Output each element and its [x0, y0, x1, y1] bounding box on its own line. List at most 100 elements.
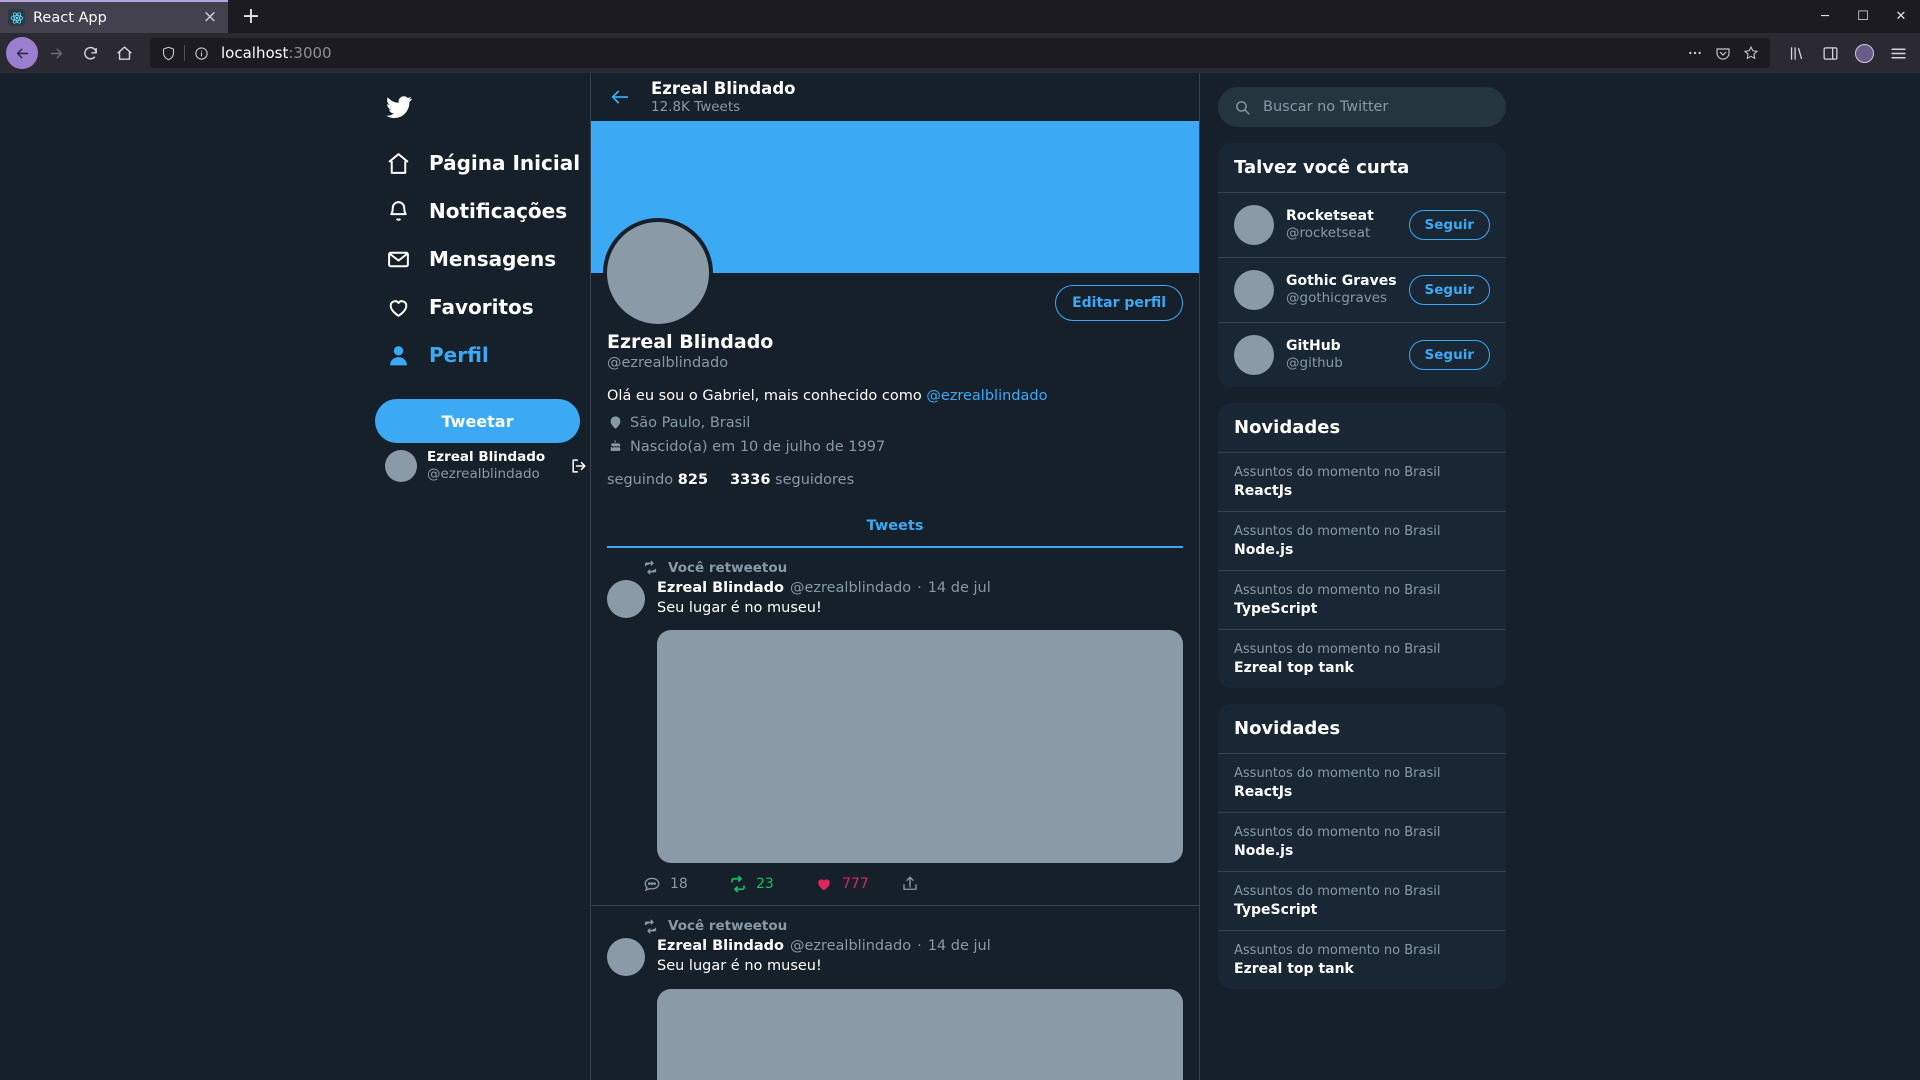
sidebar-item-favorites[interactable]: Favoritos	[375, 283, 590, 331]
follow-button[interactable]: Seguir	[1408, 275, 1490, 305]
person-icon	[385, 342, 411, 368]
sidebar-account[interactable]: Ezreal Blindado @ezrealblindado	[375, 443, 590, 483]
trend-title: Node.js	[1234, 843, 1294, 859]
search-input[interactable]	[1263, 99, 1490, 115]
trend-item[interactable]: Assuntos do momento no Brasil TypeScript	[1218, 570, 1506, 629]
url-text[interactable]: localhost:3000	[217, 44, 1678, 62]
tweet-text: Seu lugar é no museu!	[657, 958, 822, 975]
follow-button[interactable]: Seguir	[1408, 340, 1490, 370]
tweet-button[interactable]: Tweetar	[375, 399, 580, 443]
bio-mention-link[interactable]: @ezrealblindado	[926, 388, 1047, 404]
share-action[interactable]	[901, 875, 987, 893]
trend-item[interactable]: Assuntos do momento no Brasil Ezreal top…	[1218, 629, 1506, 688]
followers-label: seguidores	[775, 471, 855, 488]
share-icon	[901, 875, 919, 893]
browser-tab[interactable]: React App ×	[0, 2, 228, 33]
info-icon[interactable]	[189, 41, 213, 65]
bookmark-star-icon[interactable]	[1738, 40, 1764, 66]
avatar	[385, 449, 417, 482]
page-viewport: Página Inicial Notificações Mensagens Fa…	[0, 73, 1920, 1080]
exit-icon[interactable]	[569, 456, 589, 476]
trend-item[interactable]: Assuntos do momento no Brasil ReactJs	[1218, 753, 1506, 812]
trend-subtitle: Assuntos do momento no Brasil	[1234, 642, 1441, 657]
tweet-separator: ·	[917, 579, 922, 596]
trend-item[interactable]: Assuntos do momento no Brasil Node.js	[1218, 812, 1506, 871]
trend-subtitle: Assuntos do momento no Brasil	[1234, 465, 1441, 480]
trend-item[interactable]: Assuntos do momento no Brasil ReactJs	[1218, 452, 1506, 511]
search-box[interactable]	[1218, 87, 1506, 127]
sidebar-item-messages[interactable]: Mensagens	[375, 235, 590, 283]
tweet-date: 14 de jul	[927, 579, 991, 596]
followers-stat[interactable]: 3336 seguidores	[730, 472, 854, 488]
tweet-image[interactable]	[657, 630, 1183, 864]
heart-icon	[815, 875, 833, 893]
shield-icon[interactable]	[156, 41, 180, 65]
retweet-action[interactable]: 23	[729, 875, 815, 893]
location-pin-icon	[607, 415, 623, 431]
tweet-separator: ·	[917, 938, 922, 955]
maximize-button[interactable]: ☐	[1844, 0, 1882, 33]
twitter-bird-icon[interactable]	[375, 91, 590, 139]
minimize-button[interactable]: ─	[1806, 0, 1844, 33]
menu-hamburger-icon[interactable]	[1882, 37, 1914, 69]
tab-tweets[interactable]: Tweets	[607, 506, 1183, 546]
main-column: Ezreal Blindado 12.8K Tweets Editar perf…	[590, 73, 1200, 1080]
cake-icon	[607, 439, 623, 455]
page-actions-icon[interactable]	[1682, 40, 1708, 66]
trend-subtitle: Assuntos do momento no Brasil	[1234, 583, 1441, 598]
edit-profile-button[interactable]: Editar perfil	[1055, 285, 1183, 321]
tweet-author-name: Ezreal Blindado	[657, 938, 784, 955]
trend-subtitle: Assuntos do momento no Brasil	[1234, 524, 1441, 539]
tweet-item[interactable]: Você retweetou Ezreal Blindado @ezrealbl…	[591, 906, 1199, 1080]
tweet-header: Ezreal Blindado @ezrealblindado · 14 de …	[657, 580, 1183, 596]
trend-title: ReactJs	[1234, 483, 1293, 499]
save-to-pocket-icon[interactable]	[1710, 40, 1736, 66]
sidebar-item-notifications[interactable]: Notificações	[375, 187, 590, 235]
sidebar-toggle-icon[interactable]	[1814, 37, 1846, 69]
suggestion-name: Gothic Graves	[1286, 273, 1397, 290]
comment-action[interactable]: 18	[643, 875, 729, 893]
card-title: Talvez você curta	[1234, 157, 1410, 178]
address-bar[interactable]: localhost:3000	[150, 38, 1770, 68]
retweet-icon	[643, 919, 658, 934]
tweet-image[interactable]	[657, 988, 1183, 1080]
like-action[interactable]: 777	[815, 875, 901, 893]
trends-card-1: Novidades Assuntos do momento no Brasil …	[1218, 403, 1506, 688]
account-avatar-icon[interactable]	[1848, 37, 1880, 69]
card-title: Novidades	[1234, 718, 1341, 739]
suggestion-name: Rocketseat	[1286, 208, 1374, 225]
tweet-item[interactable]: Você retweetou Ezreal Blindado @ezrealbl…	[591, 548, 1199, 907]
forward-button[interactable]	[40, 37, 72, 69]
tweet-author-handle: @ezrealblindado	[789, 579, 912, 596]
home-button[interactable]	[108, 37, 140, 69]
trend-item[interactable]: Assuntos do momento no Brasil Ezreal top…	[1218, 930, 1506, 989]
follow-suggestion-row[interactable]: Gothic Graves @gothicgraves Seguir	[1218, 257, 1506, 322]
browser-window: React App × + ─ ☐ ✕ localhost:3000 Págin…	[0, 0, 1920, 1080]
tweet-actions: 18 23 777	[607, 863, 1183, 905]
following-stat[interactable]: seguindo 825	[607, 472, 708, 488]
follow-button[interactable]: Seguir	[1408, 210, 1490, 240]
address-bar-actions	[1682, 40, 1764, 66]
heart-icon	[385, 294, 411, 320]
reload-button[interactable]	[74, 37, 106, 69]
arrow-left-icon[interactable]	[609, 86, 631, 108]
follow-suggestion-row[interactable]: Rocketseat @rocketseat Seguir	[1218, 192, 1506, 257]
address-divider	[184, 45, 185, 61]
close-window-button[interactable]: ✕	[1882, 0, 1920, 33]
profile-handle: @ezrealblindado	[607, 355, 729, 371]
sidebar-item-home[interactable]: Página Inicial	[375, 139, 590, 187]
library-icon[interactable]	[1780, 37, 1812, 69]
avatar	[607, 938, 645, 977]
react-icon	[8, 9, 25, 26]
comment-count: 18	[670, 876, 688, 893]
follow-suggestion-row[interactable]: GitHub @github Seguir	[1218, 322, 1506, 387]
sidebar-item-profile[interactable]: Perfil	[375, 331, 590, 379]
close-tab-icon[interactable]: ×	[200, 8, 220, 28]
trend-title: TypeScript	[1234, 601, 1318, 617]
trend-item[interactable]: Assuntos do momento no Brasil Node.js	[1218, 511, 1506, 570]
avatar	[1234, 205, 1274, 245]
trend-item[interactable]: Assuntos do momento no Brasil TypeScript	[1218, 871, 1506, 930]
back-button[interactable]	[6, 37, 38, 69]
new-tab-button[interactable]: +	[236, 3, 266, 33]
trend-subtitle: Assuntos do momento no Brasil	[1234, 825, 1441, 840]
